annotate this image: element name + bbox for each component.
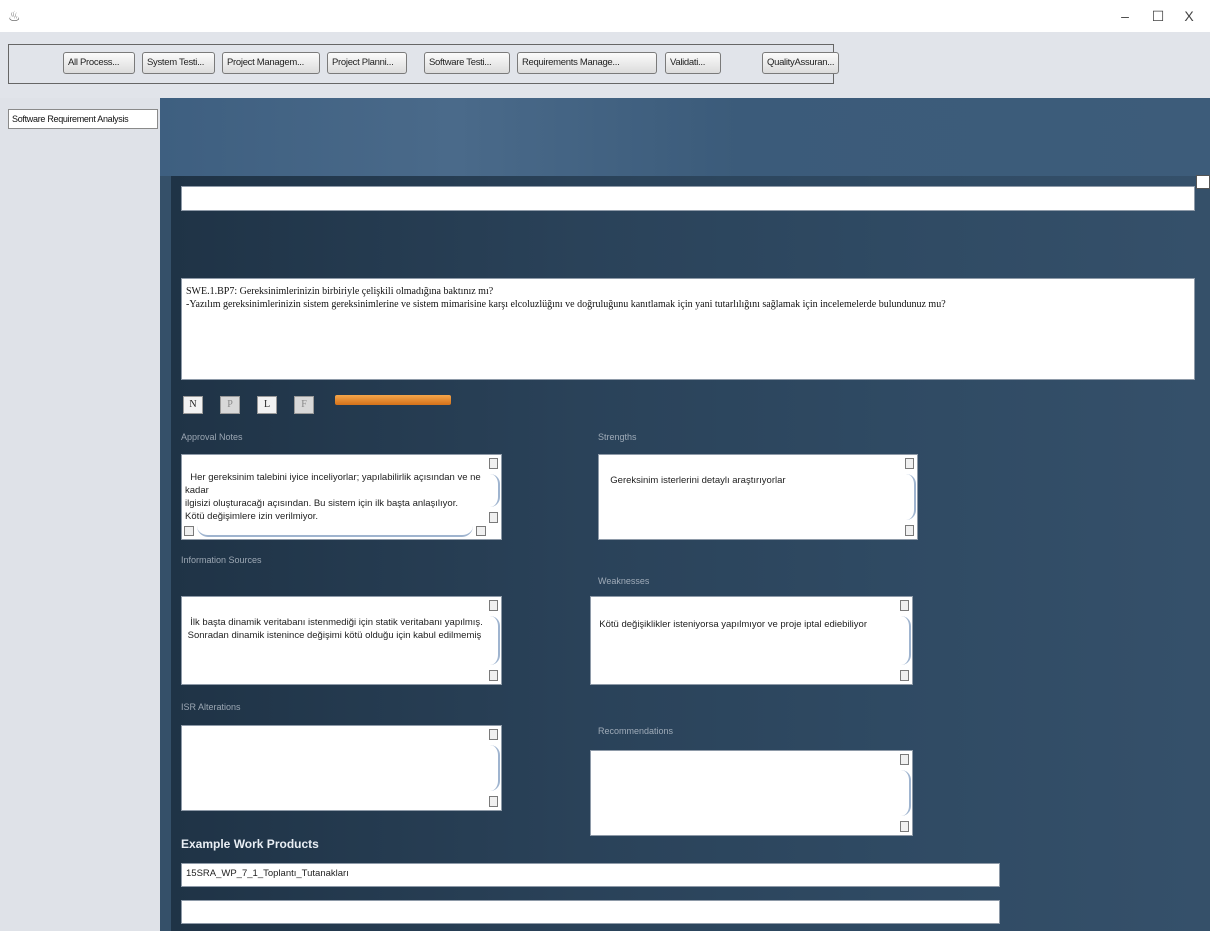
example-work-products-heading: Example Work Products [181, 837, 319, 851]
title-field[interactable] [181, 186, 1195, 211]
weaknesses-text: Kötü değişiklikler isteniyorsa yapılmıyo… [599, 619, 867, 630]
title-bar: ♨ – ☐ X [0, 0, 1210, 32]
recommendations-label: Recommendations [598, 726, 674, 736]
isr-alterations-vscrollbar[interactable] [487, 727, 500, 809]
strengths-textarea[interactable]: Gereksinim isterlerini detaylı araştırıy… [598, 454, 918, 540]
approval-notes-vscrollbar[interactable] [487, 456, 500, 525]
rating-n-button[interactable]: N [183, 396, 203, 414]
strengths-label: Strengths [598, 432, 637, 442]
tab-software-testing[interactable]: Software Testi... [424, 52, 510, 74]
information-sources-textarea[interactable]: İlk başta dinamik veritabanı istenmediği… [181, 596, 502, 685]
work-product-field[interactable] [181, 900, 1000, 924]
rating-indicator-bar [335, 395, 451, 405]
tab-project-planning[interactable]: Project Planni... [327, 52, 407, 74]
question-box: SWE.1.BP7: Gereksinimlerinizin birbiriyl… [181, 278, 1195, 380]
isr-alterations-textarea[interactable] [181, 725, 502, 811]
weaknesses-vscrollbar[interactable] [898, 598, 911, 683]
tab-validation[interactable]: Validati... [665, 52, 721, 74]
weaknesses-label: Weaknesses [598, 576, 650, 586]
approval-notes-text: Her gereksinim talebini iyice inceliyorl… [185, 472, 481, 522]
question-line-2: -Yazılım gereksinimlerinizin sistem gere… [186, 299, 946, 310]
recommendations-vscrollbar[interactable] [898, 752, 911, 834]
tab-system-testing[interactable]: System Testi... [142, 52, 215, 74]
strengths-vscrollbar[interactable] [903, 456, 916, 538]
header-band [160, 98, 1210, 176]
minimize-button[interactable]: – [1113, 6, 1137, 26]
side-panel: Software Requirement Analysis [0, 98, 160, 931]
approval-notes-label: Approval Notes [181, 432, 243, 442]
rating-f-button[interactable]: F [294, 396, 314, 414]
maximize-button[interactable]: ☐ [1146, 6, 1170, 26]
process-tab-bar: All Process... System Testi... Project M… [0, 32, 1210, 98]
weaknesses-textarea[interactable]: Kötü değişiklikler isteniyorsa yapılmıyo… [590, 596, 913, 685]
tab-software-requirement-analysis[interactable]: Software Requirement Analysis [8, 109, 158, 129]
java-cup-icon: ♨ [8, 8, 21, 24]
process-tab-group: All Process... System Testi... Project M… [8, 44, 839, 84]
approval-notes-textarea[interactable]: Her gereksinim talebini iyice inceliyorl… [181, 454, 502, 540]
question-line-1: SWE.1.BP7: Gereksinimlerinizin birbiriyl… [186, 286, 494, 297]
strengths-text: Gereksinim isterlerini detaylı araştırıy… [610, 475, 786, 486]
recommendations-textarea[interactable] [590, 750, 913, 836]
rating-p-button[interactable]: P [220, 396, 240, 414]
isr-alterations-label: ISR Alterations [181, 702, 241, 712]
approval-notes-hscrollbar[interactable] [183, 525, 487, 538]
work-product-field[interactable]: 15SRA_WP_7_1_Toplantı_Tutanakları [181, 863, 1000, 887]
rating-l-button[interactable]: L [257, 396, 277, 414]
tab-project-management[interactable]: Project Managem... [222, 52, 320, 74]
information-sources-label: Information Sources [181, 555, 262, 565]
scrollbar-up-arrow[interactable] [1196, 175, 1210, 189]
close-button[interactable]: X [1177, 6, 1201, 26]
information-sources-vscrollbar[interactable] [487, 598, 500, 683]
tab-quality-assurance[interactable]: QualityAssuran... [762, 52, 839, 74]
tab-all-process[interactable]: All Process... [63, 52, 135, 74]
tab-requirements-management[interactable]: Requirements Manage... [517, 52, 657, 74]
information-sources-text: İlk başta dinamik veritabanı istenmediği… [187, 617, 483, 641]
